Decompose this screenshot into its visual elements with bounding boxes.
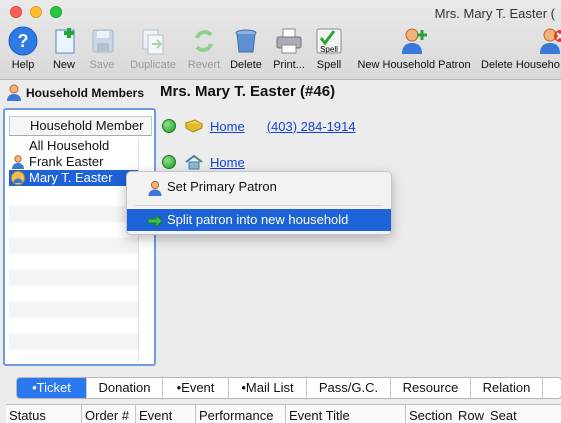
printer-icon [276,28,302,54]
tab-resource[interactable]: Resource [391,378,471,398]
help-label: Help [11,59,35,71]
person-icon [148,180,162,196]
print-label: Print... [273,59,305,71]
address-home-link-2[interactable]: Home [210,155,245,170]
delete-household-label: Delete Househo [481,59,560,71]
zoom-window-button[interactable] [50,6,62,18]
address-row-2: Home [162,153,245,171]
column-header-event[interactable]: Event [136,405,196,423]
tab-relation[interactable]: Relation [471,378,543,398]
new-document-icon [55,28,75,54]
close-window-button[interactable] [10,6,22,18]
tab-ticket[interactable]: •Ticket [17,378,87,398]
household-member-column-header[interactable]: Household Member [9,116,152,136]
tab-donation[interactable]: Donation [87,378,163,398]
delete-person-icon [540,28,561,54]
delete-label: Delete [230,59,262,71]
svg-text:?: ? [18,31,29,51]
column-header-row[interactable]: Row [458,405,490,423]
mail-envelope-icon [184,119,204,133]
address-home-link[interactable]: Home [210,119,245,134]
green-arrow-icon [147,213,163,229]
delete-household-button[interactable]: Delete Househo [481,26,561,71]
column-header-section[interactable]: Section [406,405,458,423]
help-button[interactable]: ? Help [8,26,38,71]
print-button[interactable]: Print... [270,26,308,71]
revert-button[interactable]: Revert [186,26,222,71]
save-label: Save [89,59,115,71]
column-header-order[interactable]: Order # [82,405,136,423]
spell-button[interactable]: Spell Spell [314,26,344,71]
revert-label: Revert [187,59,221,71]
list-item-label: Frank Easter [29,154,104,169]
household-members-header: Household Members [6,82,156,104]
address-row-1: Home (403) 284-1914 [162,117,356,135]
list-item-mary-easter[interactable]: Mary T. Easter [9,170,139,186]
list-empty-rows [9,190,139,364]
column-header-status[interactable]: Status [6,405,82,423]
person-icon [7,84,21,101]
list-item-label: All Household [29,138,110,153]
status-dot-icon [162,155,176,169]
patron-heading: Mrs. Mary T. Easter (#46) [160,83,336,100]
status-dot-icon [162,119,176,133]
tab-mail-list[interactable]: •Mail List [229,378,307,398]
person-icon [12,155,24,169]
menu-item-label: Set Primary Patron [167,179,277,194]
revert-arrows-icon [195,30,213,52]
add-person-icon [402,28,427,54]
new-button[interactable]: New [50,26,78,71]
save-button[interactable]: Save [88,26,116,71]
duplicate-icon [142,29,164,55]
phone-link[interactable]: (403) 284-1914 [267,119,356,134]
ticket-grid-header: Status Order # Event Performance Event T… [6,404,561,423]
help-icon: ? [8,26,38,56]
menu-item-split-patron[interactable]: Split patron into new household [127,209,391,231]
primary-patron-icon [11,171,25,185]
list-item-label: Mary T. Easter [29,170,113,185]
column-header-performance[interactable]: Performance [196,405,286,423]
delete-button[interactable]: Delete [229,26,263,71]
list-item-frank-easter[interactable]: Frank Easter [9,154,139,170]
tab-event[interactable]: •Event [163,378,229,398]
context-menu: Set Primary Patron Split patron into new… [126,171,392,235]
minimize-window-button[interactable] [30,6,42,18]
trash-can-icon [235,29,257,53]
household-member-list[interactable]: Household Member All Household Frank Eas… [3,108,156,366]
household-members-title: Household Members [26,86,145,100]
duplicate-button[interactable]: Duplicate [128,26,178,71]
house-icon [185,154,203,170]
spell-check-icon: Spell [316,28,342,54]
window-title: Mrs. Mary T. Easter ( [434,6,555,21]
column-header-seat[interactable]: Seat [490,405,530,423]
list-item-all-household[interactable]: All Household [9,138,139,154]
tab-pass-gc[interactable]: Pass/G.C. [307,378,391,398]
new-household-patron-button[interactable]: New Household Patron [353,26,475,71]
duplicate-label: Duplicate [130,59,176,71]
tab-overflow[interactable] [543,378,561,398]
spell-icon-text: Spell [320,45,338,54]
menu-item-set-primary-patron[interactable]: Set Primary Patron [127,176,391,198]
save-disk-icon [92,29,114,53]
new-label: New [52,59,75,71]
spell-label: Spell [316,59,342,71]
menu-item-label: Split patron into new household [167,212,349,227]
record-tabs: •Ticket Donation •Event •Mail List Pass/… [16,377,561,399]
menu-separator [135,205,383,206]
new-household-patron-label: New Household Patron [357,59,471,71]
window-toolbar: Mrs. Mary T. Easter ( ? Help New Save Du… [0,0,561,80]
column-header-event-title[interactable]: Event Title [286,405,406,423]
